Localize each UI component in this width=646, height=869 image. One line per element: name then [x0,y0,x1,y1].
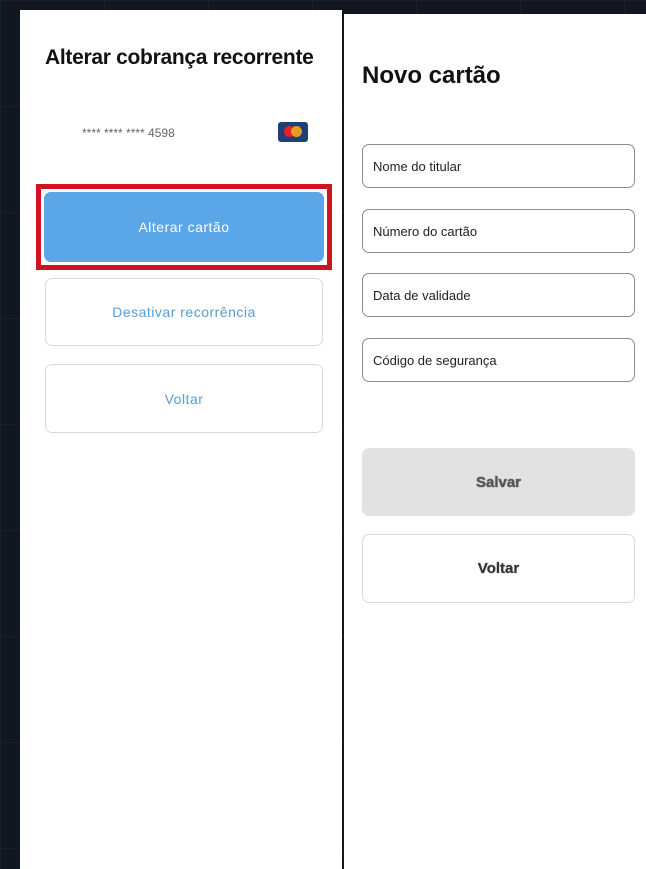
recurring-billing-panel: Alterar cobrança recorrente **** **** **… [20,10,342,869]
panel-title: Alterar cobrança recorrente [45,46,314,69]
mastercard-icon [278,122,308,142]
card-number-field[interactable] [362,209,635,253]
security-code-field[interactable] [362,338,635,382]
current-card-row: **** **** **** 4598 [82,122,308,146]
back-button[interactable]: Voltar [45,364,323,433]
back-button[interactable]: Voltar [362,534,635,603]
expiry-date-field[interactable] [362,273,635,317]
save-button[interactable]: Salvar [362,448,635,516]
disable-recurrence-button[interactable]: Desativar recorrência [45,278,323,346]
holder-name-field[interactable] [362,144,635,188]
masked-card-number: **** **** **** 4598 [82,126,175,140]
panel-title: Novo cartão [362,62,501,89]
change-card-button[interactable]: Alterar cartão [44,192,324,262]
new-card-panel: Novo cartão Salvar Voltar [344,14,646,869]
